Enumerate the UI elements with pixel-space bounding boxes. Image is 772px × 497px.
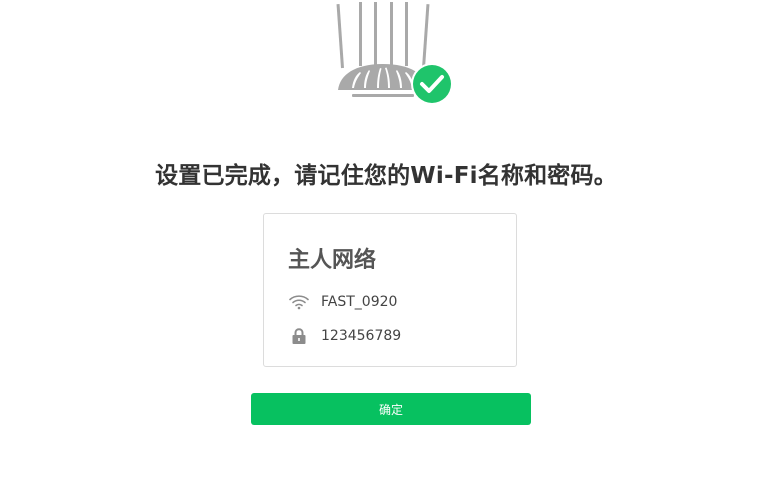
lock-icon bbox=[289, 326, 309, 346]
confirm-button[interactable]: 确定 bbox=[251, 393, 531, 425]
wifi-icon bbox=[289, 292, 309, 312]
check-circle-icon bbox=[411, 63, 453, 105]
password-value: 123456789 bbox=[321, 328, 402, 344]
network-info-card: 主人网络 FAST_0920 123456789 bbox=[263, 213, 517, 367]
network-card-title: 主人网络 bbox=[288, 248, 377, 273]
router-icon bbox=[336, 2, 453, 105]
password-row: 123456789 bbox=[289, 326, 401, 346]
page-title: 设置已完成，请记住您的Wi-Fi名称和密码。 bbox=[155, 163, 617, 189]
ssid-row: FAST_0920 bbox=[289, 292, 397, 312]
setup-complete-page: 设置已完成，请记住您的Wi-Fi名称和密码。 主人网络 FAST_0920 12… bbox=[0, 0, 772, 497]
ssid-value: FAST_0920 bbox=[321, 294, 398, 310]
